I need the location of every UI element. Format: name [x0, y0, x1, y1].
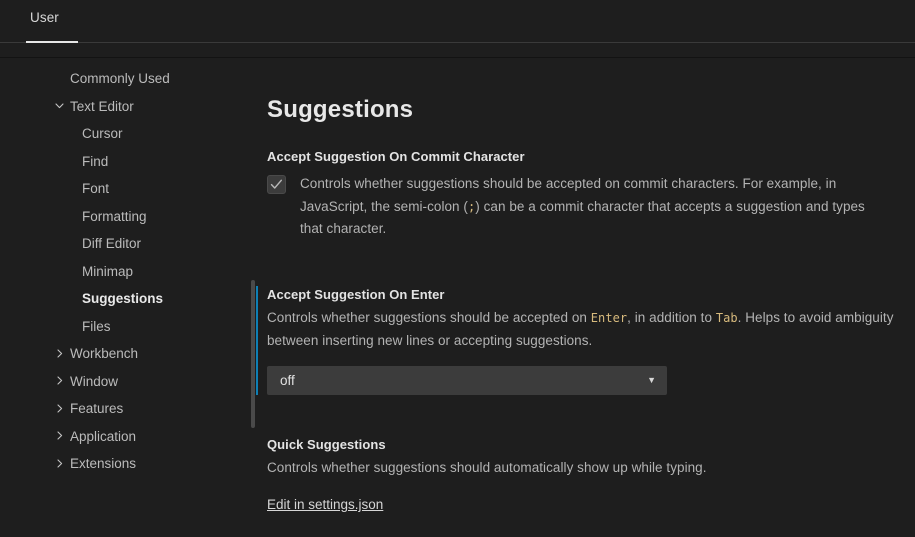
dropdown-selected-value: off	[280, 373, 295, 388]
setting-title: Quick Suggestions	[267, 437, 386, 452]
sidebar-item-application[interactable]: Application	[0, 423, 256, 451]
settings-editor: User Commonly Used Text Editor Cursor Find F…	[0, 0, 915, 537]
chevron-down-icon: ▼	[647, 375, 656, 385]
sidebar-item-label: Font	[82, 181, 110, 196]
tab-user[interactable]: User	[26, 10, 63, 35]
chevron-down-icon[interactable]	[52, 93, 66, 121]
sidebar-item-find[interactable]: Find	[0, 148, 256, 176]
sidebar-item-label: Diff Editor	[82, 236, 142, 251]
setting-checkbox-row: Controls whether suggestions should be a…	[267, 173, 915, 241]
sidebar-item-label: Minimap	[82, 263, 134, 279]
inline-code: Tab	[715, 311, 738, 325]
sidebar-item-features[interactable]: Features	[0, 395, 256, 423]
chevron-right-icon[interactable]	[52, 368, 66, 396]
settings-toc-list: Commonly Used Text Editor Cursor Find Font Fo…	[0, 65, 256, 478]
settings-content-pane[interactable]: Suggestions Accept Suggestion On Commit …	[256, 58, 915, 537]
sidebar-item-label: Workbench	[70, 346, 139, 361]
sidebar-item-text-editor[interactable]: Text Editor	[0, 93, 256, 121]
sidebar-item-formatting[interactable]: Formatting	[0, 203, 256, 231]
sidebar-item-label: Find	[82, 153, 109, 169]
sidebar-item-label: Cursor	[82, 126, 123, 141]
settings-toc[interactable]: Commonly Used Text Editor Cursor Find Font Fo…	[0, 58, 256, 537]
accept-suggestion-on-enter-dropdown[interactable]: off ▼	[267, 366, 667, 395]
tab-bar-border	[0, 42, 915, 43]
setting-description: Controls whether suggestions should be a…	[267, 307, 903, 352]
sidebar-item-label: Extensions	[70, 456, 137, 471]
description-text: Controls whether suggestions should auto…	[267, 460, 707, 475]
sidebar-item-diff-editor[interactable]: Diff Editor	[0, 230, 256, 258]
setting-description: Controls whether suggestions should auto…	[267, 457, 903, 480]
chevron-right-icon[interactable]	[52, 423, 66, 451]
sidebar-item-suggestions[interactable]: Suggestions	[0, 285, 256, 313]
inline-code: Enter	[590, 311, 628, 325]
sidebar-item-label: Window	[70, 373, 119, 389]
description-text: Controls whether suggestions should be a…	[267, 310, 591, 325]
sidebar-item-label: Commonly Used	[70, 71, 170, 86]
sidebar-item-commonly-used[interactable]: Commonly Used	[0, 65, 256, 93]
sidebar-item-label: Files	[82, 318, 111, 334]
checkmark-icon	[270, 179, 282, 189]
sidebar-item-extensions[interactable]: Extensions	[0, 450, 256, 478]
sidebar-item-label: Application	[70, 428, 137, 444]
chevron-right-icon[interactable]	[52, 340, 66, 368]
setting-accept-suggestion-on-commit-character: Accept Suggestion On Commit Character Co…	[256, 148, 915, 241]
chevron-right-icon[interactable]	[52, 450, 66, 478]
sidebar-item-label: Formatting	[82, 208, 147, 224]
setting-quick-suggestions: Quick Suggestions Controls whether sugge…	[256, 436, 915, 480]
sidebar-item-window[interactable]: Window	[0, 368, 256, 396]
sidebar-item-cursor[interactable]: Cursor	[0, 120, 256, 148]
setting-accept-suggestion-on-enter: Accept Suggestion On Enter Controls whet…	[256, 286, 915, 395]
edit-in-settings-json-link[interactable]: Edit in settings.json	[267, 497, 383, 512]
sidebar-item-label: Suggestions	[82, 291, 164, 306]
settings-tab-bar: User	[0, 0, 915, 43]
sidebar-item-workbench[interactable]: Workbench	[0, 340, 256, 368]
sidebar-item-label: Features	[70, 401, 124, 416]
tab-active-indicator	[26, 41, 78, 43]
sidebar-item-minimap[interactable]: Minimap	[0, 258, 256, 286]
toc-scrollbar[interactable]	[251, 280, 255, 428]
setting-title: Accept Suggestion On Commit Character	[267, 149, 525, 164]
accept-suggestion-on-commit-character-checkbox[interactable]	[267, 175, 286, 194]
sidebar-item-label: Text Editor	[70, 98, 134, 114]
tab-user-label: User	[30, 10, 59, 25]
setting-title: Accept Suggestion On Enter	[267, 287, 445, 302]
chevron-right-icon[interactable]	[52, 395, 66, 423]
description-text: , in addition to	[627, 310, 716, 325]
sidebar-item-files[interactable]: Files	[0, 313, 256, 341]
sidebar-item-font[interactable]: Font	[0, 175, 256, 203]
page-title: Suggestions	[267, 96, 414, 123]
setting-description: Controls whether suggestions should be a…	[300, 173, 880, 241]
